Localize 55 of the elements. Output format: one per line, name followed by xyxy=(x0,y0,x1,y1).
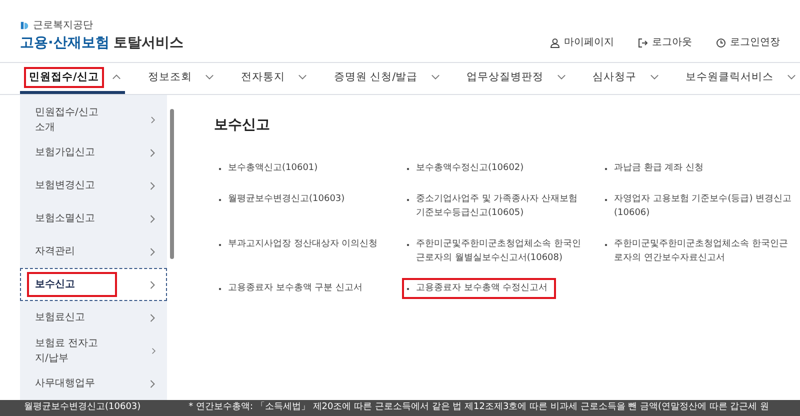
overlay-text: * 연간보수총액: 「소득세법」 제20조에 따른 근로소득에서 같은 법 제12조제3호에 따른 비과세 근로소득을 뺀 금액(연말정산에 따른 갑근세 원 xyxy=(188,401,770,414)
chevron-right-icon xyxy=(148,180,156,191)
chevron-down-icon xyxy=(298,73,307,82)
form-link[interactable]: 주한미군및주한미군초청업체소속 한국인근로자의 연간보수자료신고서 xyxy=(600,234,800,268)
sidebar-item[interactable]: 보험료신고 xyxy=(20,301,167,334)
sidebar-item[interactable]: 보험료 전자고지/납부 xyxy=(20,334,167,368)
chevron-right-icon xyxy=(148,214,156,224)
chevron-right-icon xyxy=(148,312,156,323)
form-link[interactable]: 고용종료자 보수총액 수정신고서 xyxy=(402,278,556,299)
logout-icon xyxy=(638,38,648,48)
menu-tab[interactable]: 보수원클릭서비스 xyxy=(676,63,800,94)
clock-icon xyxy=(716,38,726,48)
chevron-down-icon xyxy=(556,73,566,82)
menu-tab[interactable]: 전자통지 xyxy=(232,63,311,94)
chevron-down-icon xyxy=(786,73,796,82)
service-title: 고용·산재보험 xyxy=(20,34,110,54)
menu-tab[interactable]: 증명원 신청/발급 xyxy=(324,63,444,94)
chevron-down-icon xyxy=(430,73,440,82)
chevron-right-icon xyxy=(150,346,156,356)
menu-tab[interactable]: 정보조회 xyxy=(138,63,218,94)
section-title: 보수신고 xyxy=(214,116,271,136)
user-icon xyxy=(550,38,560,48)
service-title: 토탈서비스 xyxy=(113,34,184,54)
chevron-right-icon xyxy=(150,114,156,125)
chevron-down-icon xyxy=(204,73,214,82)
header-link[interactable]: 로그인연장 xyxy=(716,35,780,50)
header-link[interactable]: 마이페이지 xyxy=(550,35,614,50)
chevron-right-icon xyxy=(148,246,156,257)
sidebar-item[interactable]: 사무대행업무 xyxy=(20,367,167,400)
overlay-text: 월평균보수변경신고(10603) xyxy=(24,401,141,414)
sidebar-item[interactable]: 보험변경신고 xyxy=(20,169,167,202)
chevron-right-icon xyxy=(148,280,156,290)
form-link[interactable]: 자영업자 고용보험 기준보수(등급) 변경신고(10606) xyxy=(600,188,800,224)
chevron-right-icon xyxy=(148,378,156,389)
organization-name: 근로복지공단 xyxy=(33,19,93,34)
sidebar-item[interactable]: 민원접수/신고 소개 xyxy=(20,103,167,136)
sidebar-item[interactable]: 보수신고 xyxy=(20,268,167,302)
form-link[interactable]: 주한미군및주한미군초청업체소속 한국인근로자의 월별실보수신고서(10608) xyxy=(402,234,592,268)
sidebar-item[interactable]: 자격관리 xyxy=(20,235,167,268)
sidebar-item[interactable]: 보험소멸신고 xyxy=(20,202,167,236)
chevron-right-icon xyxy=(148,148,156,158)
form-link[interactable]: 월평균보수변경신고(10603) xyxy=(214,188,394,210)
menu-tab[interactable]: 심사청구 xyxy=(584,63,663,94)
form-link[interactable]: 고용종료자 보수총액 구분 신고서 xyxy=(214,278,394,299)
form-link[interactable]: 과납금 환급 계좌 신청 xyxy=(600,158,800,179)
sidebar-item[interactable]: 보험가입신고 xyxy=(20,136,167,170)
form-link[interactable]: 보수총액신고(10601) xyxy=(214,158,394,179)
form-link[interactable]: 보수총액수정신고(10602) xyxy=(402,158,592,179)
header-link[interactable]: 로그아웃 xyxy=(638,35,692,50)
menu-tab[interactable]: 업무상질병판정 xyxy=(458,63,570,94)
chevron-down-icon xyxy=(650,73,659,82)
logo-icon xyxy=(20,21,29,30)
chevron-up-icon xyxy=(112,73,121,82)
form-link[interactable]: 중소기업사업주 및 가족종사자 산재보험 기준보수등급신고(10605) xyxy=(402,188,592,224)
form-link[interactable]: 부과고지사업장 정산대상자 이의신청 xyxy=(214,234,394,254)
